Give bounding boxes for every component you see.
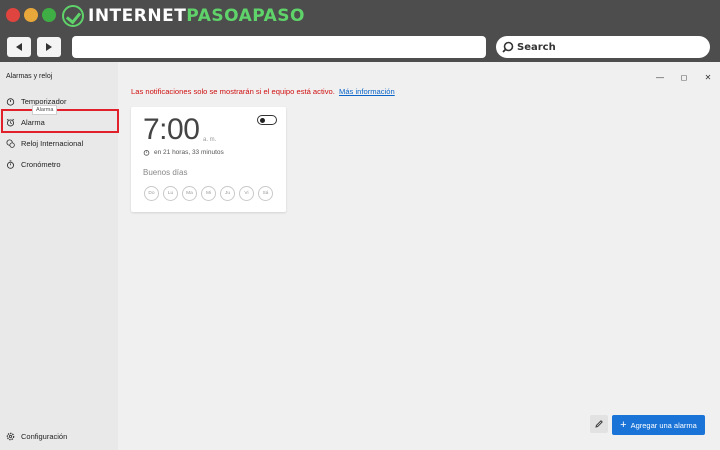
search-label: Search xyxy=(517,41,556,53)
alarm-card[interactable]: 7:00 a. m. en 21 horas, 33 minutos Bueno… xyxy=(131,107,286,212)
arrow-left-icon xyxy=(16,43,22,51)
minimize-button[interactable]: — xyxy=(648,70,672,84)
alarm-toggle[interactable] xyxy=(257,115,277,125)
search-input[interactable]: Search xyxy=(496,36,710,58)
alarm-ampm: a. m. xyxy=(203,137,217,143)
sidebar-item-label: Reloj Internacional xyxy=(21,138,84,148)
alarm-time: 7:00 xyxy=(143,113,200,146)
alarm-clock-icon xyxy=(143,150,150,156)
app-title: Alarmas y reloj xyxy=(6,73,53,80)
world-clock-icon xyxy=(6,138,15,148)
add-alarm-button[interactable]: + Agregar una alarma xyxy=(612,415,705,435)
notification-warning: Las notificaciones solo se mostrarán si … xyxy=(131,87,395,96)
selection-highlight-box xyxy=(1,109,119,133)
browser-title-bar: INTERNETPASOAPASO xyxy=(0,0,720,32)
sidebar: Alarmas y reloj Temporizador Alarma Relo… xyxy=(0,62,119,450)
arrow-right-icon xyxy=(46,43,52,51)
stopwatch-icon xyxy=(6,159,15,169)
sidebar-item-world-clock[interactable]: Reloj Internacional xyxy=(0,133,118,153)
window-controls: — ◻ ✕ xyxy=(648,70,720,84)
site-logo: INTERNETPASOAPASO xyxy=(62,3,305,29)
day-monday: Lu xyxy=(163,186,178,201)
sidebar-item-settings[interactable]: Configuración xyxy=(0,426,118,446)
sidebar-item-label: Configuración xyxy=(21,431,68,441)
alarms-app-window: Alarmas y reloj Temporizador Alarma Relo… xyxy=(0,62,720,450)
search-icon xyxy=(502,41,514,53)
close-button[interactable]: ✕ xyxy=(696,70,720,84)
minimize-window-dot[interactable] xyxy=(24,8,38,22)
alarm-countdown: en 21 horas, 33 minutos xyxy=(143,149,224,156)
tooltip: Alarma xyxy=(32,105,58,115)
countdown-text: en 21 horas, 33 minutos xyxy=(154,149,224,156)
add-alarm-label: Agregar una alarma xyxy=(630,420,697,430)
more-info-link[interactable]: Más información xyxy=(339,87,395,96)
day-sunday: Do xyxy=(144,186,159,201)
timer-icon xyxy=(6,97,15,106)
checkmark-logo-icon xyxy=(62,5,84,27)
address-bar[interactable] xyxy=(72,36,486,58)
day-friday: Vi xyxy=(239,186,254,201)
plus-icon: + xyxy=(620,418,627,431)
maximize-button[interactable]: ◻ xyxy=(672,70,696,84)
day-thursday: Ju xyxy=(220,186,235,201)
notice-text: Las notificaciones solo se mostrarán si … xyxy=(131,87,335,96)
day-wednesday: Mi xyxy=(201,186,216,201)
sidebar-item-timer[interactable]: Temporizador xyxy=(0,91,118,111)
sidebar-item-stopwatch[interactable]: Cronómetro xyxy=(0,154,118,174)
sidebar-item-label: Cronómetro xyxy=(21,159,61,169)
alarm-name: Buenos días xyxy=(143,168,188,177)
day-saturday: Sá xyxy=(258,186,273,201)
forward-button[interactable] xyxy=(37,37,61,57)
edit-alarms-button[interactable] xyxy=(590,415,608,433)
logo-text: INTERNETPASOAPASO xyxy=(88,6,305,26)
repeat-days: Do Lu Ma Mi Ju Vi Sá xyxy=(144,186,273,201)
back-button[interactable] xyxy=(7,37,31,57)
pencil-icon xyxy=(595,420,603,428)
browser-toolbar: Search xyxy=(0,32,720,62)
maximize-window-dot[interactable] xyxy=(42,8,56,22)
close-window-dot[interactable] xyxy=(6,8,20,22)
gear-icon xyxy=(6,432,15,440)
day-tuesday: Ma xyxy=(182,186,197,201)
